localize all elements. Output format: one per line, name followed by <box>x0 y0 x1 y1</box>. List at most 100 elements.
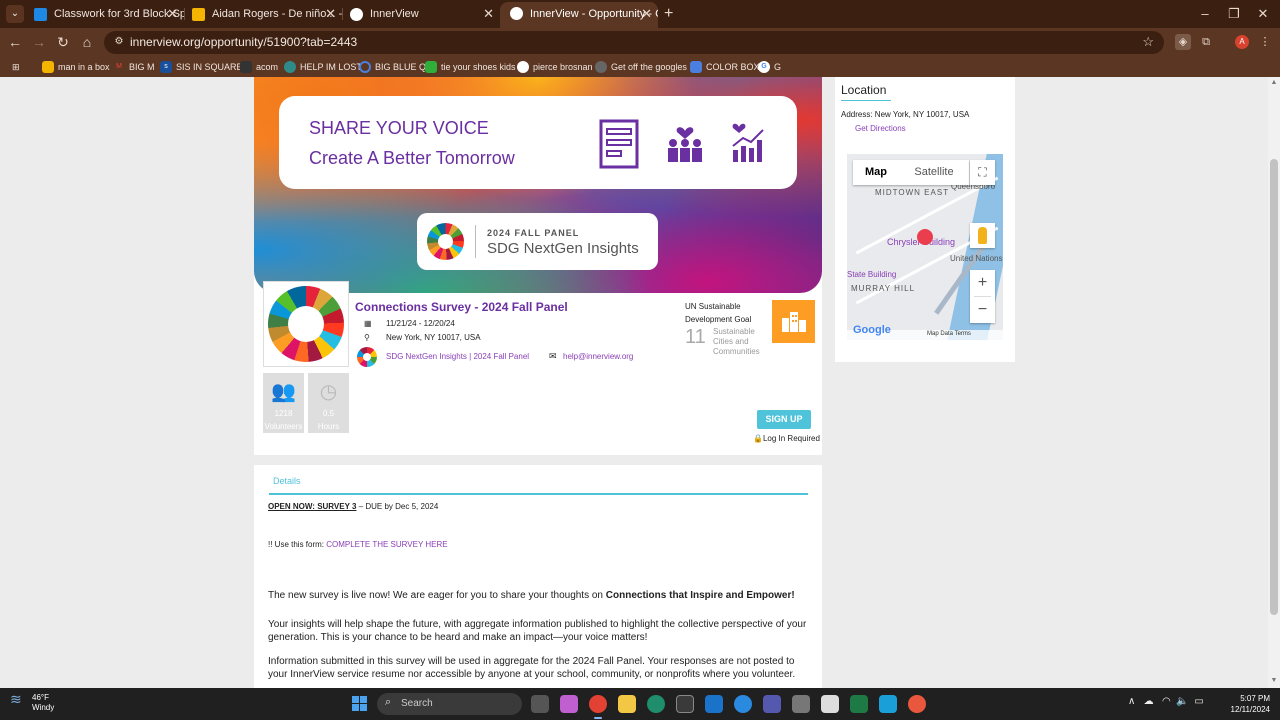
browser-toolbar: ← → ↻ ⌂ ⚙ innerview.org/opportunity/5190… <box>0 28 1280 57</box>
minimize-icon[interactable]: – <box>1195 4 1215 24</box>
zoom-in-button[interactable]: + <box>970 270 995 296</box>
app-icon[interactable] <box>879 695 897 713</box>
people-icon: 👥 <box>271 381 296 403</box>
bookmark-g[interactable]: GG <box>758 60 781 74</box>
tab-classwork[interactable]: Classwork for 3rd Block Spanish ✕ <box>24 3 184 25</box>
fullscreen-icon[interactable]: ⛶ <box>970 160 995 185</box>
extensions-puzzle-icon[interactable]: ⧉ <box>1198 34 1214 50</box>
calendar-icon <box>690 61 702 73</box>
calendar-icon: ▦ <box>364 319 372 328</box>
login-required-note: 🔒Log In Required <box>753 434 820 443</box>
close-icon[interactable]: ✕ <box>325 3 336 25</box>
taskbar-clock[interactable]: 5:07 PM 12/11/2024 <box>1222 693 1270 715</box>
bookmark-star-icon[interactable]: ☆ <box>1142 34 1154 50</box>
system-tray[interactable]: ∧ ☁ ◠ 🔈 ▭ <box>1128 696 1204 707</box>
email-link[interactable]: help@innerview.org <box>563 352 633 361</box>
sdg-11-tile[interactable] <box>772 300 815 343</box>
org-link[interactable]: SDG NextGen Insights | 2024 Fall Panel <box>386 352 529 361</box>
teams-icon[interactable] <box>763 695 781 713</box>
url-text[interactable]: innerview.org/opportunity/51900?tab=2443 <box>130 35 357 50</box>
excel-icon[interactable] <box>850 695 868 713</box>
site-info-icon[interactable]: ⚙ <box>112 35 126 49</box>
extension-icon[interactable]: ◈ <box>1175 34 1191 50</box>
address-bar[interactable]: ⚙ innerview.org/opportunity/51900?tab=24… <box>104 31 1164 54</box>
survey-heading: OPEN NOW: SURVEY 3 – DUE by Dec 5, 2024 <box>268 502 439 511</box>
tab-aidan-rogers[interactable]: Aidan Rogers - De niño... - Goo ✕ <box>182 3 342 25</box>
reload-icon[interactable]: ↻ <box>54 33 72 51</box>
sign-up-button[interactable]: SIGN UP <box>757 410 811 429</box>
complete-survey-link[interactable]: COMPLETE THE SURVEY HERE <box>326 540 447 549</box>
task-view-icon[interactable] <box>531 695 549 713</box>
google-map[interactable]: MIDTOWN EAST Queensboro Chrysler Buildin… <box>847 154 1003 340</box>
chevron-up-icon[interactable]: ∧ <box>1128 696 1135 707</box>
calculator-icon[interactable] <box>792 695 810 713</box>
bookmark-big-m[interactable]: M BIG M <box>113 60 154 74</box>
slides-icon <box>192 8 205 21</box>
tab-innerview[interactable]: InnerView ✕ <box>340 3 500 25</box>
forward-icon[interactable]: → <box>30 33 48 51</box>
bookmark-sis-in-square[interactable]: s SIS IN SQUARE <box>160 60 243 74</box>
community-heart-icon <box>668 127 702 162</box>
bookmark-get-off-the-googles[interactable]: Get off the googles <box>595 60 687 74</box>
banner-line-2: Create A Better Tomorrow <box>309 148 515 168</box>
restore-icon[interactable]: ❐ <box>1224 4 1244 24</box>
opportunity-location: ⚲ New York, NY 10017, USA <box>364 333 481 342</box>
bookmark-tie-your-shoes-kids[interactable]: tie your shoes kids <box>425 60 516 74</box>
globe-icon <box>595 61 607 73</box>
store-icon[interactable] <box>676 695 694 713</box>
page-scrollbar[interactable]: ▲ ▼ <box>1268 77 1280 688</box>
details-paragraph-1: The new survey is live now! We are eager… <box>268 590 795 601</box>
panel-title: SDG NextGen Insights <box>487 240 639 257</box>
copilot-icon[interactable] <box>560 695 578 713</box>
apps-grid-icon[interactable]: ⊞ <box>12 60 20 74</box>
divider <box>475 225 476 258</box>
onedrive-icon[interactable]: ☁ <box>1144 696 1154 707</box>
start-button[interactable] <box>352 696 368 712</box>
taskbar-search[interactable]: ⌕ Search <box>377 693 522 715</box>
bookmark-acom[interactable]: acom <box>240 60 278 74</box>
tab-innerview-opportunity[interactable]: InnerView - Opportunity - Conn ✕ <box>500 2 658 28</box>
new-tab-button[interactable]: + <box>664 4 673 24</box>
bookmark-man-in-a-box[interactable]: man in a box <box>42 60 110 74</box>
scroll-up-icon[interactable]: ▲ <box>1270 79 1278 86</box>
sis-icon: s <box>160 61 172 73</box>
chrome-profile-icon[interactable] <box>908 695 926 713</box>
wifi-icon[interactable]: ◠ <box>1162 696 1171 707</box>
bookmark-pierce-brosnan[interactable]: pierce brosnan <box>517 60 593 74</box>
gmail-icon: M <box>116 63 122 70</box>
app-icon[interactable] <box>821 695 839 713</box>
profile-avatar[interactable]: A <box>1235 35 1249 49</box>
bookmark-help-im-lost[interactable]: HELP IM LOST <box>284 60 362 74</box>
form-icon <box>599 119 639 169</box>
volume-icon[interactable]: 🔈 <box>1176 696 1188 707</box>
map-location-marker[interactable] <box>917 229 933 245</box>
edge-icon[interactable] <box>647 695 665 713</box>
zoom-out-button[interactable]: − <box>970 297 995 323</box>
tab-search-button[interactable]: ⌄ <box>6 5 24 23</box>
search-icon: ⌕ <box>385 696 392 708</box>
close-icon[interactable]: ✕ <box>167 3 178 25</box>
close-icon[interactable]: ✕ <box>641 2 652 26</box>
scrollbar-thumb[interactable] <box>1270 159 1278 615</box>
chrome-icon[interactable] <box>589 695 607 719</box>
battery-icon[interactable]: ▭ <box>1194 696 1203 707</box>
close-window-icon[interactable]: ✕ <box>1253 4 1273 24</box>
bookmark-color-box[interactable]: COLOR BOX <box>690 60 760 74</box>
satellite-view-button[interactable]: Satellite <box>899 160 969 185</box>
get-directions-link[interactable]: Get Directions <box>855 124 906 133</box>
title-underline <box>841 100 891 101</box>
street-view-pegman-icon[interactable] <box>970 223 995 248</box>
bookmark-big-blue-q[interactable]: BIG BLUE Q <box>359 60 426 74</box>
home-icon[interactable]: ⌂ <box>78 33 96 51</box>
file-explorer-icon[interactable] <box>618 695 636 713</box>
tab-details[interactable]: Details <box>273 476 301 486</box>
close-icon[interactable]: ✕ <box>483 3 494 25</box>
weather-widget[interactable]: ≋ 46°F Windy <box>10 692 54 713</box>
opportunity-banner: SHARE YOUR VOICE Create A Better Tomorro… <box>254 77 822 293</box>
app-icon[interactable] <box>705 695 723 713</box>
scroll-down-icon[interactable]: ▼ <box>1270 677 1278 684</box>
menu-kebab-icon[interactable]: ⋮ <box>1257 34 1273 50</box>
map-view-button[interactable]: Map <box>853 160 899 185</box>
app-icon[interactable] <box>734 695 752 713</box>
back-icon[interactable]: ← <box>6 33 24 51</box>
